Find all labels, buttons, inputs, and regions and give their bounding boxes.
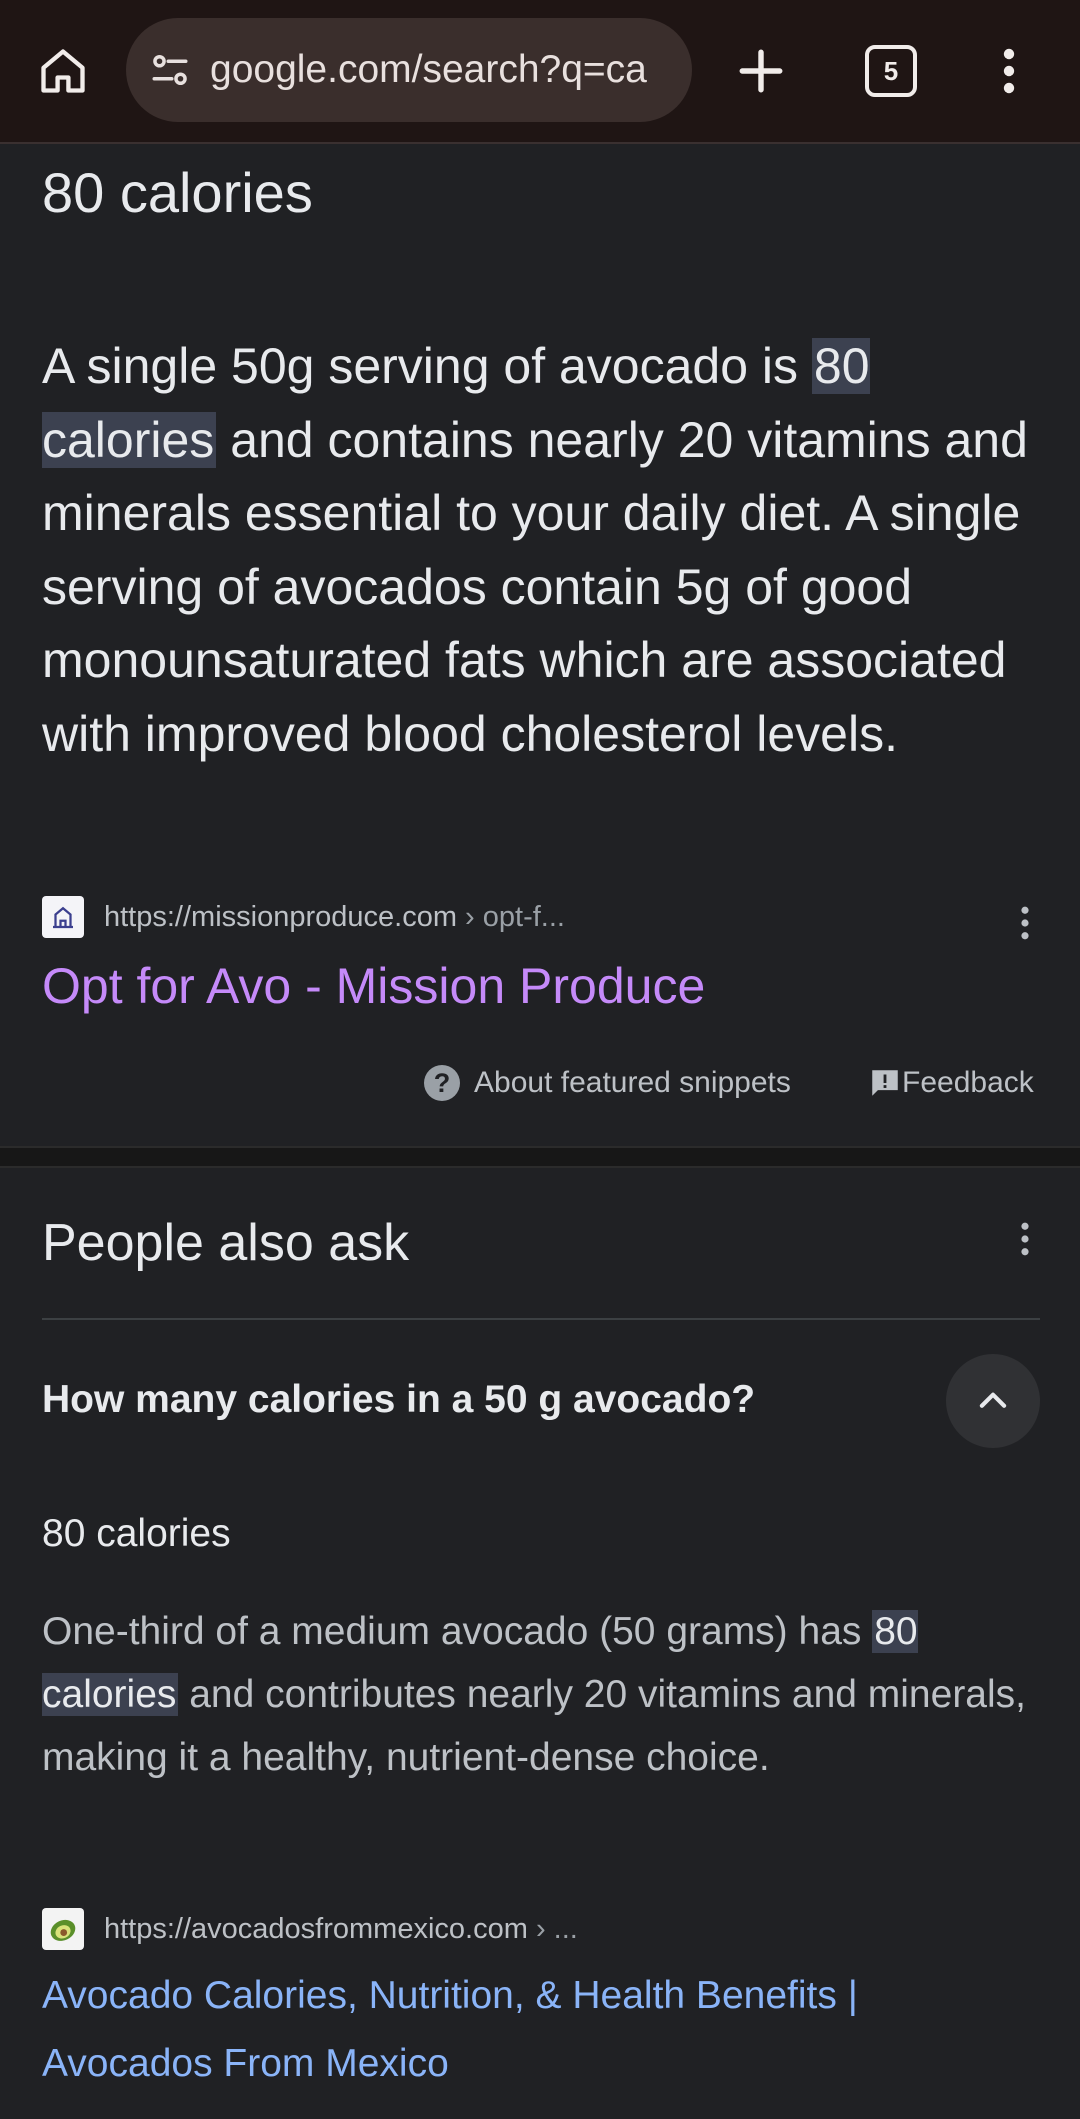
snippet-body-text: A single 50g serving of avocado is [42,338,812,394]
snippet-answer-title: 80 calories [42,161,313,224]
tab-switcher-button[interactable]: 5 [856,36,926,106]
paa-divider [42,1318,1040,1320]
browser-toolbar: google.com/search?q=ca 5 [0,0,1080,144]
home-icon[interactable] [28,36,98,106]
result-more-vert-icon[interactable] [1010,898,1040,948]
source-path: › ... [527,1912,578,1945]
section-divider [0,1146,1080,1168]
snippet-source[interactable]: https://missionproduce.com › opt-f... [42,896,565,938]
about-label: About featured snippets [474,1066,791,1099]
snippet-result-link[interactable]: Opt for Avo - Mission Produce [42,954,705,1018]
source-domain: https://avocadosfrommexico.com [104,1912,528,1945]
avocados-from-mexico-favicon [42,1908,84,1950]
url-text[interactable]: google.com/search?q=ca [210,42,680,98]
paa-answer-title: 80 calories [42,1512,231,1555]
feedback-icon [872,1070,898,1096]
new-tab-plus-icon[interactable] [726,36,796,106]
tab-count: 5 [865,45,917,97]
answer-text: One-third of a medium avocado (50 grams)… [42,1610,873,1653]
mission-produce-favicon [42,896,84,938]
paa-answer-body: One-third of a medium avocado (50 grams)… [42,1600,1042,1789]
snippet-body: A single 50g serving of avocado is 80 ca… [42,330,1042,771]
feedback-label: Feedback [902,1066,1034,1099]
source-url: https://avocadosfrommexico.com › ... [104,1913,578,1946]
paa-more-vert-icon[interactable] [1010,1214,1040,1264]
about-featured-snippets-button[interactable]: ? About featured snippets [424,1058,791,1108]
source-path: › opt-f... [456,900,565,933]
collapse-chevron-up-icon[interactable] [946,1354,1040,1448]
source-domain: https://missionproduce.com [104,900,457,933]
paa-answer-link[interactable]: Avocado Calories, Nutrition, & Health Be… [42,1962,1032,2098]
feedback-button[interactable]: Feedback [868,1058,1034,1108]
more-vert-icon[interactable] [984,36,1034,106]
source-url: https://missionproduce.com › opt-f... [104,901,565,934]
paa-question[interactable]: How many calories in a 50 g avocado? [42,1372,755,1428]
paa-answer-source[interactable]: https://avocadosfrommexico.com › ... [42,1908,578,1950]
help-icon: ? [424,1065,460,1101]
people-also-ask-title: People also ask [42,1214,410,1272]
answer-text: and contributes nearly 20 vitamins and m… [42,1673,1026,1779]
tune-icon[interactable] [146,46,194,94]
address-bar[interactable]: google.com/search?q=ca [126,18,692,122]
